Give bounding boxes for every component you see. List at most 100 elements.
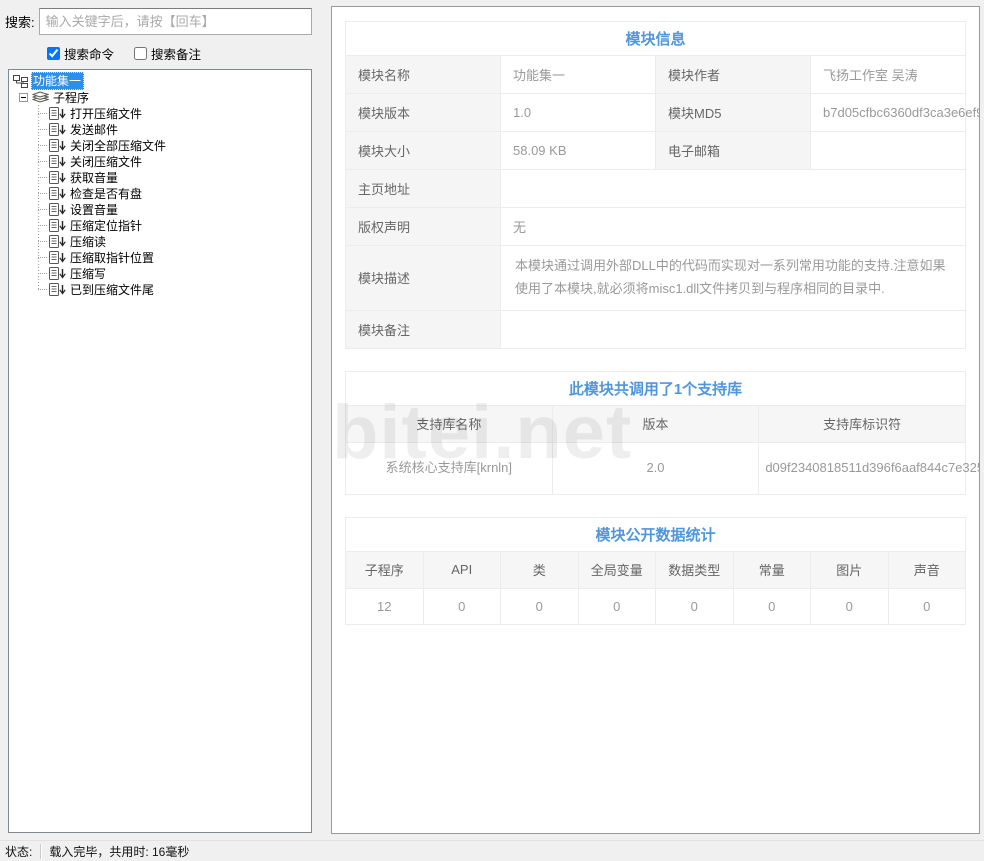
tree-connector — [38, 145, 47, 146]
module-md5-label: 模块MD5 — [656, 94, 811, 132]
status-label: 状态: — [5, 843, 32, 860]
module-info-table: 模块信息 模块名称 功能集一 模块作者 飞扬工作室 吴涛 模块版本 1.0 模块… — [345, 21, 966, 349]
tree-group-item[interactable]: 子程序 — [11, 89, 311, 105]
search-input[interactable] — [39, 8, 312, 35]
module-name-value: 功能集一 — [501, 56, 656, 94]
module-homepage-label: 主页地址 — [346, 170, 501, 208]
stats-value-api: 0 — [423, 588, 501, 624]
tree-group-label: 子程序 — [53, 89, 89, 106]
stats-table: 模块公开数据统计 子程序 API 类 全局变量 数据类型 常量 图片 声音 12… — [345, 517, 966, 625]
search-command-checkbox[interactable] — [47, 47, 60, 60]
tree-connector — [38, 177, 47, 178]
search-remark-checkbox[interactable] — [134, 47, 147, 60]
table-header-row: 子程序 API 类 全局变量 数据类型 常量 图片 声音 — [346, 551, 966, 588]
command-icon — [49, 219, 67, 232]
module-viewer-window: 搜索: 搜索命令 搜索备注 — [0, 0, 984, 861]
module-size-value: 58.09 KB — [501, 132, 656, 170]
tree-connector — [38, 257, 47, 258]
command-icon — [49, 187, 67, 200]
module-description-label: 模块描述 — [346, 246, 501, 311]
module-size-label: 模块大小 — [346, 132, 501, 170]
module-tree[interactable]: 功能集一 子程序 打开压缩文件 — [8, 69, 312, 833]
module-version-value: 1.0 — [501, 94, 656, 132]
tree-item-get-volume[interactable]: 获取音量 — [38, 169, 311, 185]
tree-item-label: 设置音量 — [70, 201, 118, 218]
command-icon — [49, 251, 67, 264]
stats-value-globals: 0 — [578, 588, 656, 624]
tree-item-set-volume[interactable]: 设置音量 — [38, 201, 311, 217]
module-remark-label: 模块备注 — [346, 310, 501, 348]
command-icon — [49, 107, 67, 120]
command-icon — [49, 235, 67, 248]
module-copyright-label: 版权声明 — [346, 208, 501, 246]
tree-item-label: 发送邮件 — [70, 121, 118, 138]
command-icon — [49, 267, 67, 280]
tree-connector — [38, 193, 47, 194]
tree-item-check-disk[interactable]: 检查是否有盘 — [38, 185, 311, 201]
search-command-label: 搜索命令 — [64, 44, 114, 63]
tree-item-close-all-archives[interactable]: 关闭全部压缩文件 — [38, 137, 311, 153]
search-remark-option[interactable]: 搜索备注 — [134, 44, 201, 63]
support-libs-table: 此模块共调用了1个支持库 支持库名称 版本 支持库标识符 系统核心支持库[krn… — [345, 371, 966, 495]
tree-item-label: 关闭压缩文件 — [70, 153, 142, 170]
module-detail-panel: bitei.net 模块信息 模块名称 功能集一 模块作者 飞扬工作室 吴涛 模… — [331, 6, 980, 834]
table-title-row: 模块信息 — [346, 22, 966, 56]
tree-root-item[interactable]: 功能集一 — [11, 73, 311, 89]
tree-item-zip-seek[interactable]: 压缩定位指针 — [38, 217, 311, 233]
search-row: 搜索: — [5, 8, 319, 35]
subroutine-group-icon — [32, 91, 49, 104]
lib-guid-cell: d09f2340818511d396f6aaf844c7e325 — [759, 442, 966, 494]
tree-item-open-archive[interactable]: 打开压缩文件 — [38, 105, 311, 121]
tree-connector — [38, 209, 47, 210]
lib-version-header: 版本 — [552, 405, 759, 442]
stats-header-globals: 全局变量 — [578, 551, 656, 588]
stats-header-classes: 类 — [501, 551, 579, 588]
tree-item-label: 检查是否有盘 — [70, 185, 142, 202]
table-row: 模块描述 本模块通过调用外部DLL中的代码而实现对一系列常用功能的支持.注意如果… — [346, 246, 966, 311]
tree-connector — [38, 225, 47, 226]
table-header-row: 支持库名称 版本 支持库标识符 — [346, 405, 966, 442]
tree-connector — [38, 241, 47, 242]
module-author-value: 飞扬工作室 吴涛 — [811, 56, 966, 94]
table-title-row: 此模块共调用了1个支持库 — [346, 371, 966, 405]
lib-version-cell: 2.0 — [552, 442, 759, 494]
tree-item-label: 压缩读 — [70, 233, 106, 250]
tree-leaves: 打开压缩文件 发送邮件 关闭全部压缩文件 — [38, 105, 311, 297]
tree-item-zip-tell[interactable]: 压缩取指针位置 — [38, 249, 311, 265]
module-author-label: 模块作者 — [656, 56, 811, 94]
tree-item-zip-write[interactable]: 压缩写 — [38, 265, 311, 281]
table-row: 模块版本 1.0 模块MD5 b7d05cfbc6360df3ca3e6ef99… — [346, 94, 966, 132]
search-command-option[interactable]: 搜索命令 — [47, 44, 114, 63]
tree-connector — [38, 129, 47, 130]
module-md5-value: b7d05cfbc6360df3ca3e6ef99f5e474b — [811, 94, 966, 132]
stats-value-constants: 0 — [733, 588, 811, 624]
module-email-value — [811, 132, 966, 170]
left-panel: 搜索: 搜索命令 搜索备注 — [0, 0, 319, 840]
table-row: 模块名称 功能集一 模块作者 飞扬工作室 吴涛 — [346, 56, 966, 94]
table-row: 模块大小 58.09 KB 电子邮箱 — [346, 132, 966, 170]
stats-header-datatypes: 数据类型 — [656, 551, 734, 588]
tree-connector — [38, 113, 47, 114]
command-icon — [49, 203, 67, 216]
tree-item-label: 已到压缩文件尾 — [70, 281, 154, 298]
tree-connector — [38, 273, 47, 274]
lib-name-header: 支持库名称 — [346, 405, 553, 442]
command-icon — [49, 171, 67, 184]
lib-name-cell: 系统核心支持库[krnln] — [346, 442, 553, 494]
tree-item-zip-eof[interactable]: 已到压缩文件尾 — [38, 281, 311, 297]
status-message: 载入完毕，共用时: 16毫秒 — [49, 843, 189, 860]
support-libs-title: 此模块共调用了1个支持库 — [346, 371, 966, 405]
search-remark-label: 搜索备注 — [151, 44, 201, 63]
stats-header-api: API — [423, 551, 501, 588]
search-label: 搜索: — [5, 12, 35, 31]
tree-item-label: 关闭全部压缩文件 — [70, 137, 166, 154]
tree-item-send-mail[interactable]: 发送邮件 — [38, 121, 311, 137]
stats-title: 模块公开数据统计 — [346, 517, 966, 551]
collapse-toggle-icon[interactable] — [19, 93, 28, 102]
status-separator — [40, 844, 42, 859]
tree-item-close-archive[interactable]: 关闭压缩文件 — [38, 153, 311, 169]
module-version-label: 模块版本 — [346, 94, 501, 132]
tree-item-label: 压缩写 — [70, 265, 106, 282]
stats-header-constants: 常量 — [733, 551, 811, 588]
tree-item-zip-read[interactable]: 压缩读 — [38, 233, 311, 249]
